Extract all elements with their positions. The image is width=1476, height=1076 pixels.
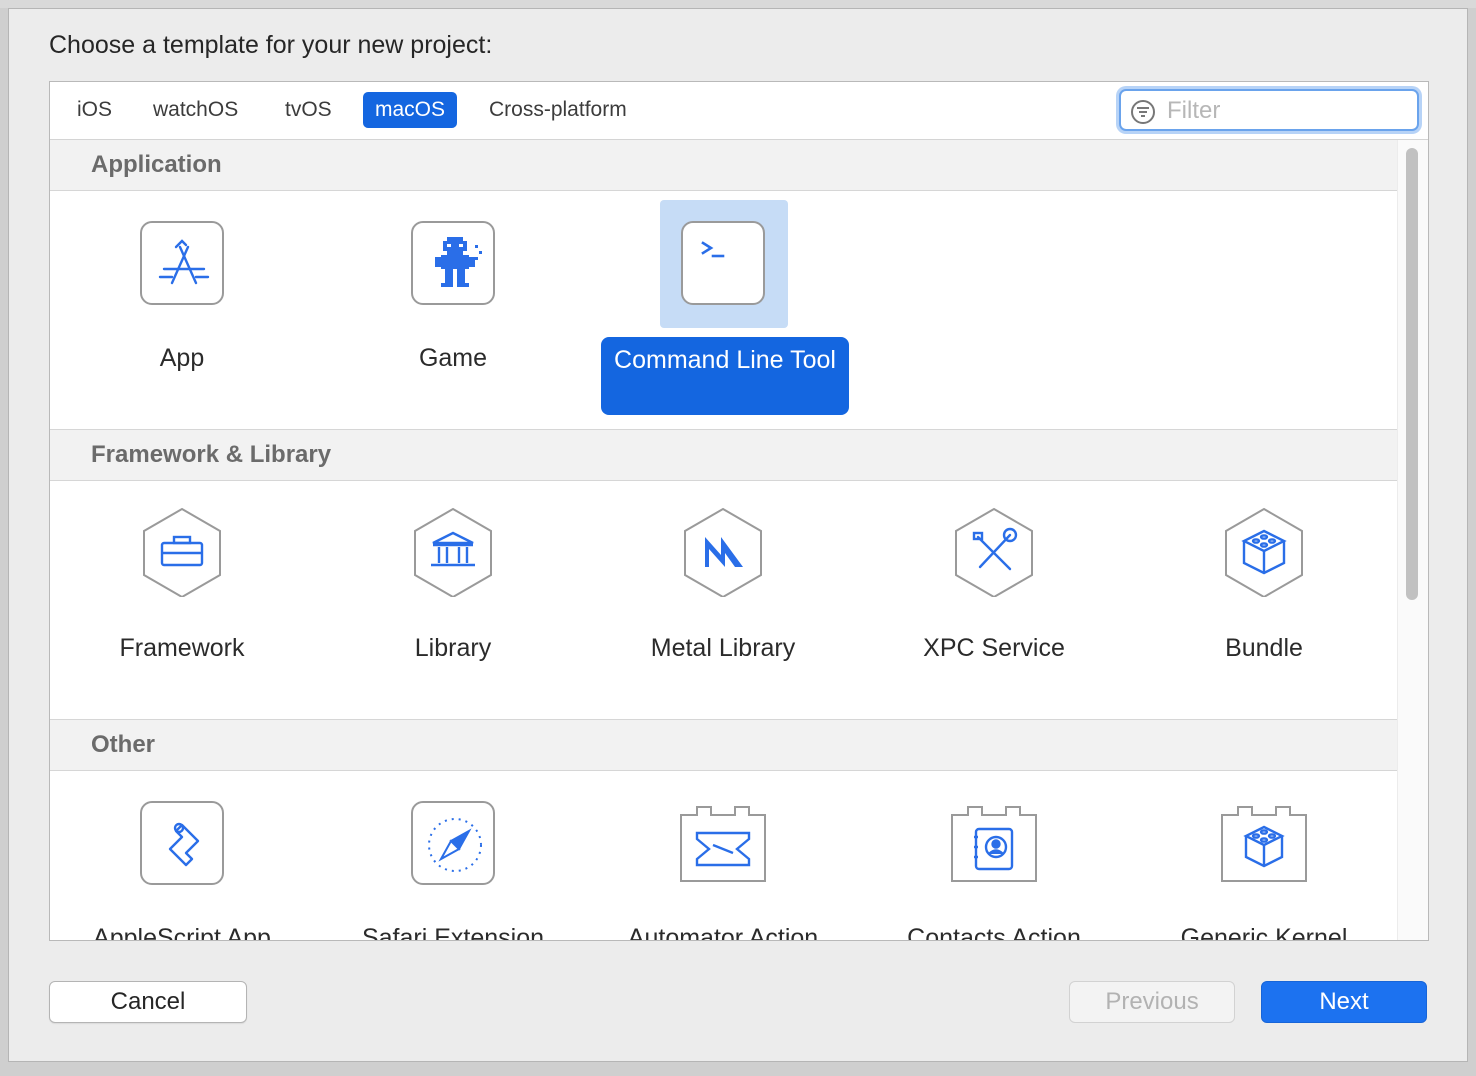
window-backdrop [0,0,1476,8]
vertical-scrollbar[interactable] [1397,140,1428,940]
contacts-icon [951,806,1037,882]
lego-brick-icon [1225,507,1303,597]
compass-icon [411,801,495,885]
template-list[interactable]: Application App Game Command Line Tool F… [50,140,1397,940]
template-label: Framework [119,634,245,662]
automator-icon [680,806,766,882]
template-framework[interactable]: Framework [50,482,310,722]
filter-field[interactable] [1119,89,1419,131]
template-label: Contacts Action [907,924,1081,940]
template-xpc-service[interactable]: XPC Service [862,482,1122,722]
tab-tvos[interactable]: tvOS [273,92,344,128]
template-bundle[interactable]: Bundle [1132,482,1392,722]
dialog-prompt: Choose a template for your new project: [49,31,493,59]
section-header-application: Application [50,140,1397,191]
template-command-line-tool[interactable]: Command Line Tool [591,192,851,432]
template-label: Bundle [1225,634,1303,662]
template-label: XPC Service [923,634,1065,662]
section-header-other: Other [50,719,1397,771]
terminal-icon [681,221,765,305]
template-label: Safari Extension [361,924,545,940]
tab-watchos[interactable]: watchOS [141,92,250,128]
template-metal-library[interactable]: Metal Library [591,482,851,722]
template-automator-action[interactable]: Automator Action [591,772,851,940]
section-header-framework-library: Framework & Library [50,429,1397,481]
template-contacts-action[interactable]: Contacts Action [862,772,1122,940]
platform-tab-bar: iOS watchOS tvOS macOS Cross-platform [50,82,1428,140]
template-game[interactable]: Game [321,192,581,432]
scrollbar-thumb[interactable] [1406,148,1418,600]
game-character-icon [411,221,495,305]
tab-ios[interactable]: iOS [65,92,124,128]
new-project-dialog: Choose a template for your new project: … [8,8,1468,1062]
template-label: AppleScript App [93,924,271,940]
template-label: App [159,344,205,372]
cancel-button[interactable]: Cancel [49,981,247,1023]
template-label: Command Line Tool [601,337,849,415]
template-label: Library [414,634,492,662]
template-label: Automator Action [627,924,819,940]
filter-input[interactable] [1165,95,1409,127]
template-label: Generic Kernel Extension [1180,924,1348,940]
tools-icon [955,507,1033,597]
template-label: Metal Library [650,634,796,662]
app-store-icon [140,221,224,305]
toolbox-icon [143,507,221,597]
template-panel: iOS watchOS tvOS macOS Cross-platform Ap… [49,81,1429,941]
metal-icon [684,507,762,597]
template-generic-kernel-extension[interactable]: Generic Kernel Extension [1132,772,1392,940]
template-app[interactable]: App [50,192,310,432]
next-button[interactable]: Next [1261,981,1427,1023]
kernel-brick-icon [1221,806,1307,882]
template-safari-extension[interactable]: Safari Extension [321,772,581,940]
library-building-icon [414,507,492,597]
template-label: Game [418,344,488,372]
tab-macos[interactable]: macOS [363,92,458,128]
script-scroll-icon [140,801,224,885]
previous-button[interactable]: Previous [1069,981,1235,1023]
template-applescript-app[interactable]: AppleScript App [50,772,310,940]
template-library[interactable]: Library [321,482,581,722]
tab-cross-platform[interactable]: Cross-platform [477,92,639,128]
filter-icon [1131,100,1155,124]
